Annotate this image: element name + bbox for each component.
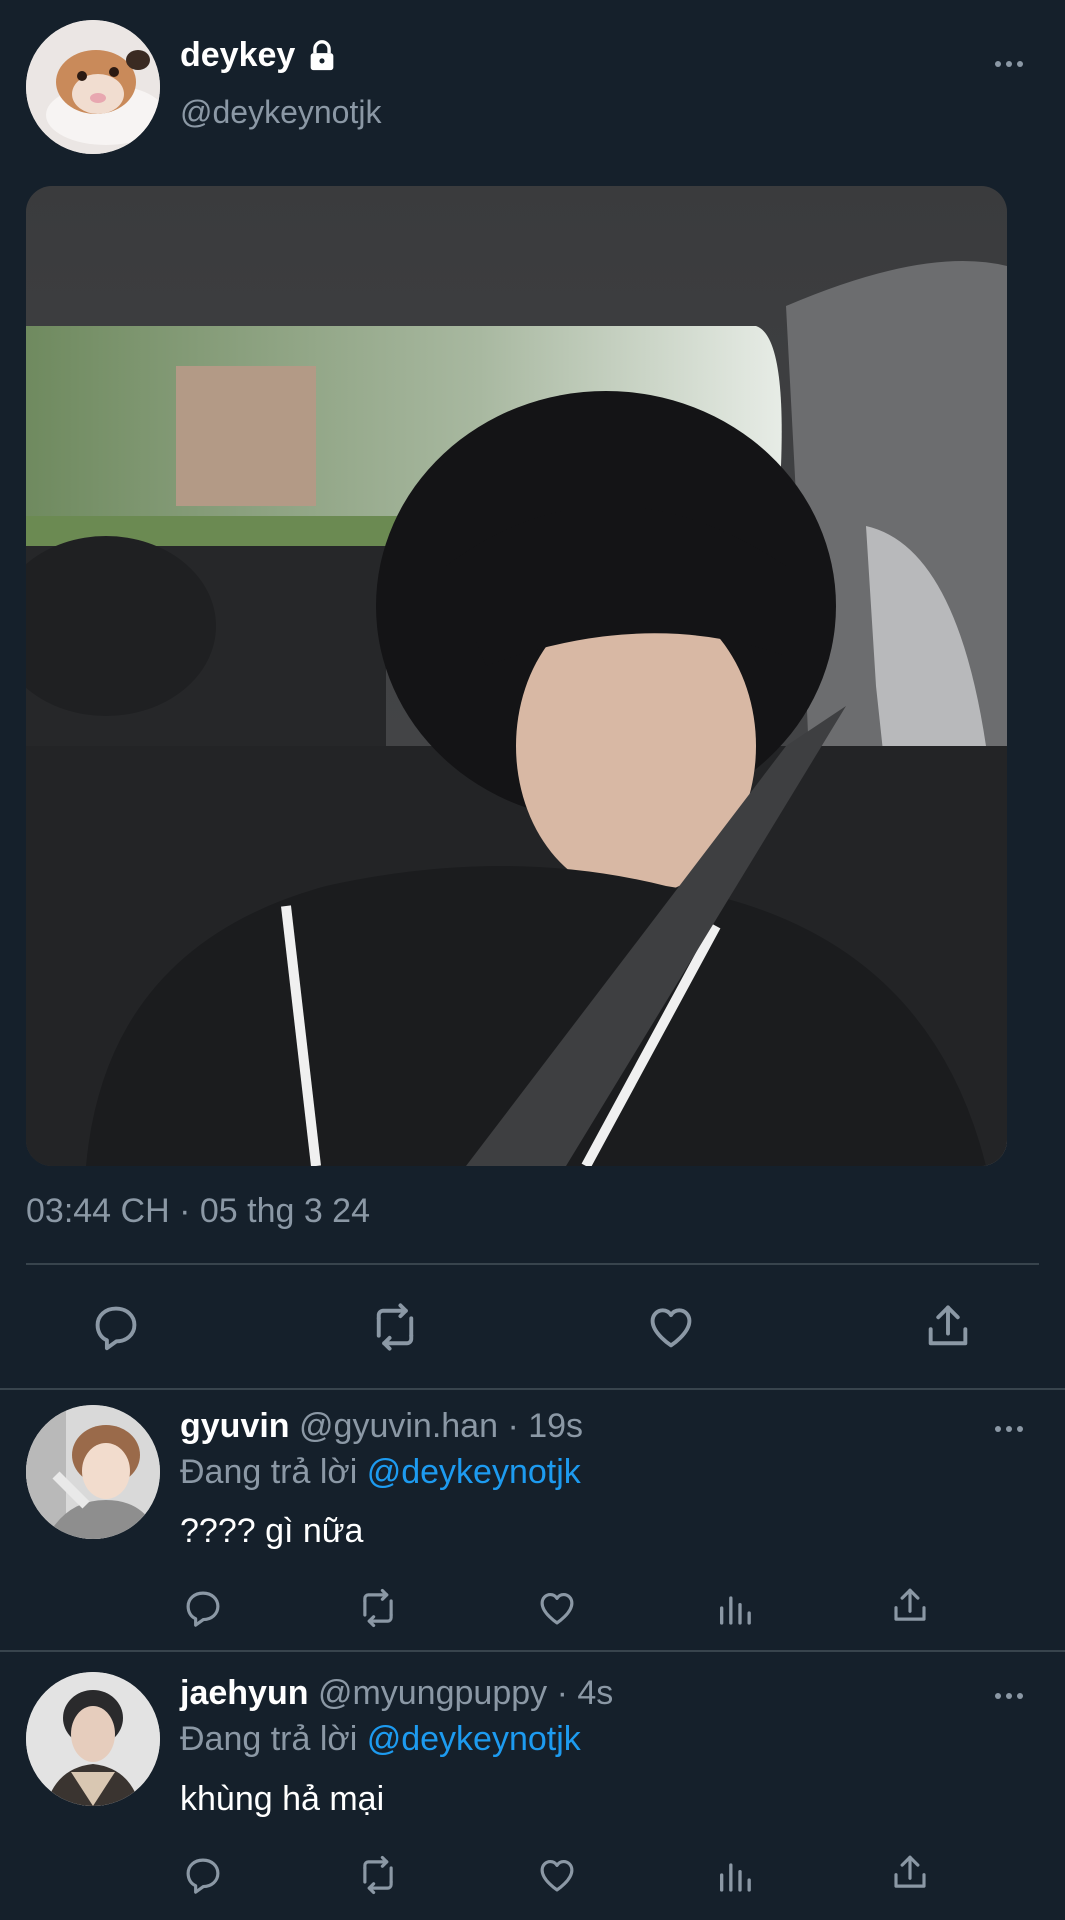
reply-text: khùng hả mại bbox=[180, 1780, 385, 1818]
like-icon[interactable] bbox=[536, 1587, 578, 1629]
share-icon[interactable] bbox=[889, 1585, 931, 1627]
hamster-avatar-icon bbox=[26, 20, 160, 154]
reply-author-name[interactable]: gyuvin bbox=[180, 1407, 290, 1445]
tweet-photo[interactable] bbox=[26, 186, 1007, 1166]
author-name[interactable]: deykey bbox=[180, 36, 295, 75]
timestamp-divider bbox=[26, 1263, 1039, 1265]
reply-icon[interactable] bbox=[90, 1301, 142, 1353]
lock-icon bbox=[305, 39, 339, 73]
divider bbox=[0, 1388, 1065, 1390]
divider bbox=[0, 1650, 1065, 1652]
share-icon[interactable] bbox=[922, 1301, 974, 1353]
like-icon[interactable] bbox=[645, 1301, 697, 1353]
analytics-icon[interactable] bbox=[715, 1587, 755, 1629]
photo-person-in-car-icon bbox=[26, 186, 1007, 1166]
reply-avatar[interactable] bbox=[26, 1672, 160, 1806]
reply-avatar[interactable] bbox=[26, 1405, 160, 1539]
tweet-timestamp[interactable]: 03:44 CH · 05 thg 3 24 bbox=[26, 1192, 370, 1231]
reply-time[interactable]: · 4s bbox=[557, 1674, 614, 1712]
reply-author-handle[interactable]: @gyuvin.han bbox=[299, 1407, 498, 1445]
retweet-icon[interactable] bbox=[367, 1301, 423, 1353]
share-icon[interactable] bbox=[889, 1852, 931, 1894]
user-photo-icon bbox=[26, 1405, 160, 1539]
retweet-icon[interactable] bbox=[355, 1587, 401, 1629]
reply-icon[interactable] bbox=[182, 1854, 224, 1896]
reply-text: ???? gì nữa bbox=[180, 1512, 364, 1550]
more-options-icon[interactable] bbox=[995, 61, 1023, 67]
reply-author-handle[interactable]: @myungpuppy bbox=[318, 1674, 547, 1712]
replying-label: Đang trả lời bbox=[180, 1453, 358, 1491]
replying-label: Đang trả lời bbox=[180, 1720, 358, 1758]
reply-icon[interactable] bbox=[182, 1587, 224, 1629]
reply-time[interactable]: · 19s bbox=[507, 1407, 583, 1445]
author-avatar[interactable] bbox=[26, 20, 160, 154]
author-handle[interactable]: @deykeynotjk bbox=[180, 94, 381, 131]
replying-to-link[interactable]: @deykeynotjk bbox=[367, 1453, 581, 1491]
user-photo-icon bbox=[26, 1672, 160, 1806]
more-options-icon[interactable] bbox=[995, 1693, 1023, 1699]
reply-author-name[interactable]: jaehyun bbox=[180, 1674, 308, 1712]
retweet-icon[interactable] bbox=[355, 1854, 401, 1896]
analytics-icon[interactable] bbox=[715, 1854, 755, 1896]
like-icon[interactable] bbox=[536, 1854, 578, 1896]
more-options-icon[interactable] bbox=[995, 1426, 1023, 1432]
replying-to-link[interactable]: @deykeynotjk bbox=[367, 1720, 581, 1758]
